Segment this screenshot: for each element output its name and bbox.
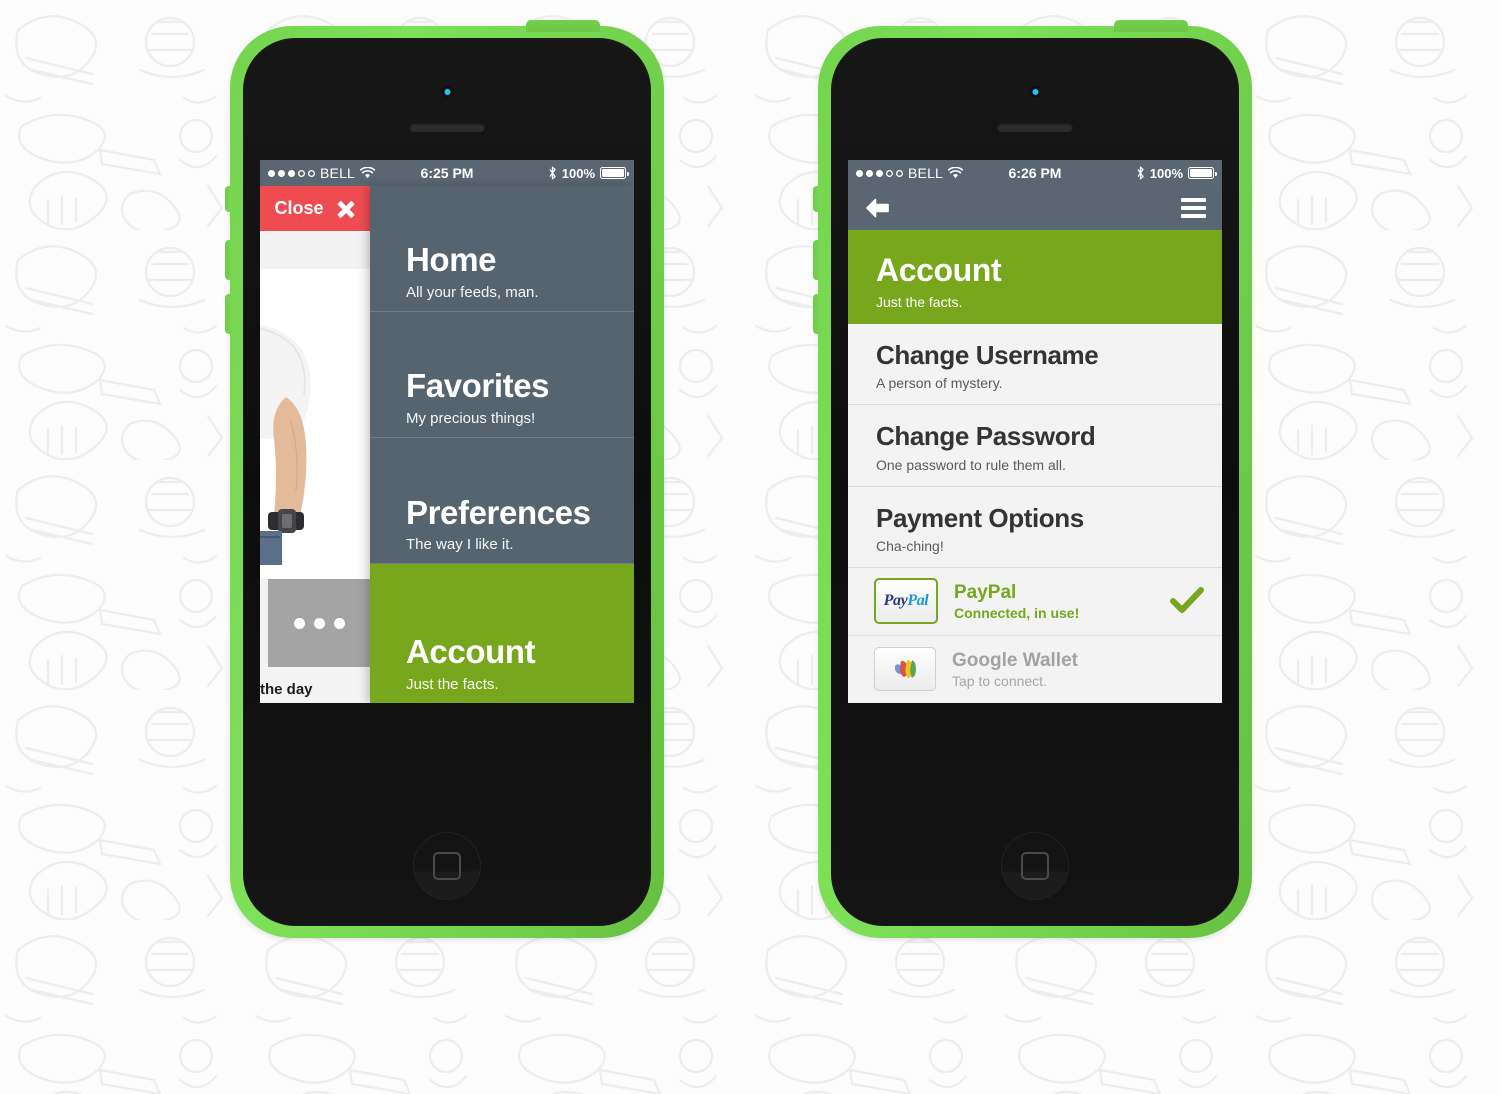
paypal-logo-icon: PayPal <box>874 578 938 625</box>
slide-over-navigation: Home All your feeds, man. Favorites My p… <box>370 186 634 703</box>
payment-method-status: Tap to connect. <box>952 672 1047 689</box>
power-button-right[interactable] <box>1114 20 1188 32</box>
nav-item-title: Home <box>406 241 497 279</box>
wifi-icon <box>360 167 376 179</box>
battery-percent-label: 100% <box>1149 165 1183 181</box>
phone-left: BELL 6:25 PM 100% Close the day Home All… <box>225 20 664 938</box>
bluetooth-icon <box>549 166 556 180</box>
page-subtitle: Just the facts. <box>876 294 963 310</box>
power-button-left[interactable] <box>526 20 600 32</box>
checkmark-icon <box>1170 587 1204 614</box>
nav-item-account[interactable]: Account Just the facts. <box>370 564 634 703</box>
ellipsis-dot-3 <box>333 617 345 629</box>
close-x-icon <box>336 199 356 219</box>
ellipsis-dot-2 <box>313 617 325 629</box>
account-page-header: Account Just the facts. <box>848 230 1222 324</box>
nav-item-subtitle: My precious things! <box>406 410 536 428</box>
screen-left: BELL 6:25 PM 100% Close the day Home All… <box>260 160 634 703</box>
payment-method-text: Google Wallet Tap to connect. <box>952 650 1204 689</box>
ring-switch-left[interactable] <box>225 186 232 212</box>
back-arrow-icon[interactable] <box>864 197 891 219</box>
ellipsis-dot-1 <box>293 617 305 629</box>
payment-method-name: Google Wallet <box>952 649 1078 671</box>
close-button[interactable]: Close <box>260 186 370 231</box>
feed-photo[interactable] <box>260 269 370 579</box>
status-bar-right-group: 100% <box>1136 165 1217 181</box>
payment-method-paypal[interactable]: PayPal PayPal Connected, in use! <box>848 567 1222 636</box>
settings-row-title: Change Password <box>876 421 1096 452</box>
carrier-label: BELL <box>908 165 944 181</box>
nav-item-title: Account <box>406 633 536 671</box>
nav-item-home[interactable]: Home All your feeds, man. <box>370 186 634 313</box>
close-button-label: Close <box>274 198 324 218</box>
mockup-stage: BELL 6:25 PM 100% Close the day Home All… <box>0 0 1500 1094</box>
battery-full-icon <box>600 167 629 179</box>
volume-up-button-right[interactable] <box>813 240 821 280</box>
paypal-logo-text-a: Pay <box>883 592 908 610</box>
settings-row-subtitle: A person of mystery. <box>876 375 1003 392</box>
settings-row-payment-options[interactable]: Payment Options Cha-ching! <box>848 486 1222 568</box>
home-button-left[interactable] <box>413 832 481 900</box>
screen-bezel-left: BELL 6:25 PM 100% Close the day Home All… <box>243 38 651 926</box>
status-bar-right-group: 100% <box>548 165 629 181</box>
settings-row-subtitle: Cha-ching! <box>876 537 944 554</box>
settings-row-subtitle: One password to rule them all. <box>876 456 1066 473</box>
signal-strength-icon <box>856 169 903 177</box>
screen-right: BELL 6:26 PM 100% Account Just the facts… <box>848 160 1222 703</box>
nav-item-preferences[interactable]: Preferences The way I like it. <box>370 438 634 565</box>
settings-row-title: Payment Options <box>876 502 1084 533</box>
settings-row-change-username[interactable]: Change Username A person of mystery. <box>848 324 1222 406</box>
feed-more-button[interactable] <box>268 579 370 667</box>
status-bar-right: BELL 6:26 PM 100% <box>848 160 1222 186</box>
payment-method-name: PayPal <box>954 581 1017 603</box>
doodle-background <box>0 0 1500 1094</box>
status-bar-left: BELL 6:25 PM 100% <box>260 160 634 186</box>
nav-item-subtitle: Just the facts. <box>406 676 499 693</box>
volume-up-button-left[interactable] <box>225 240 233 280</box>
nav-item-title: Favorites <box>406 367 550 405</box>
home-button-right[interactable] <box>1001 832 1069 900</box>
payment-method-google-wallet[interactable]: Google Wallet Tap to connect. <box>848 635 1222 703</box>
underlying-feed-panel: Close the day <box>260 186 370 703</box>
feed-photo-illustration <box>260 269 370 579</box>
nav-item-favorites[interactable]: Favorites My precious things! <box>370 312 634 439</box>
status-bar-left-group: BELL <box>268 165 376 181</box>
hamburger-menu-icon[interactable] <box>1181 198 1206 218</box>
settings-row-change-password[interactable]: Change Password One password to rule the… <box>848 405 1222 487</box>
status-bar-left-group: BELL <box>856 165 964 181</box>
signal-strength-icon <box>268 169 315 177</box>
earpiece-speaker <box>997 123 1073 132</box>
nav-item-subtitle: The way I like it. <box>406 536 514 554</box>
bluetooth-icon <box>1137 166 1144 180</box>
battery-percent-label: 100% <box>561 165 595 181</box>
phone-right: BELL 6:26 PM 100% Account Just the facts… <box>813 20 1252 938</box>
carrier-label: BELL <box>320 165 356 181</box>
front-camera-icon <box>441 86 453 97</box>
google-wallet-logo-icon <box>874 647 936 692</box>
paypal-logo-text-b: Pal <box>907 592 929 610</box>
front-camera-icon <box>1029 86 1041 97</box>
earpiece-speaker <box>409 123 485 132</box>
volume-down-button-right[interactable] <box>813 294 821 334</box>
feed-caption: the day <box>260 667 370 703</box>
screen-bezel-right: BELL 6:26 PM 100% Account Just the facts… <box>831 38 1239 926</box>
settings-row-title: Change Username <box>876 340 1099 370</box>
battery-full-icon <box>1188 167 1217 179</box>
payment-method-text: PayPal Connected, in use! <box>954 582 1154 621</box>
nav-item-title: Preferences <box>406 493 591 531</box>
wifi-icon <box>948 167 964 179</box>
ring-switch-right[interactable] <box>813 186 820 212</box>
payment-method-status: Connected, in use! <box>954 604 1080 621</box>
page-title: Account <box>876 252 1002 288</box>
volume-down-button-left[interactable] <box>225 294 233 334</box>
nav-item-subtitle: All your feeds, man. <box>406 284 539 302</box>
app-navbar <box>848 186 1222 230</box>
feed-spacer <box>260 231 370 269</box>
